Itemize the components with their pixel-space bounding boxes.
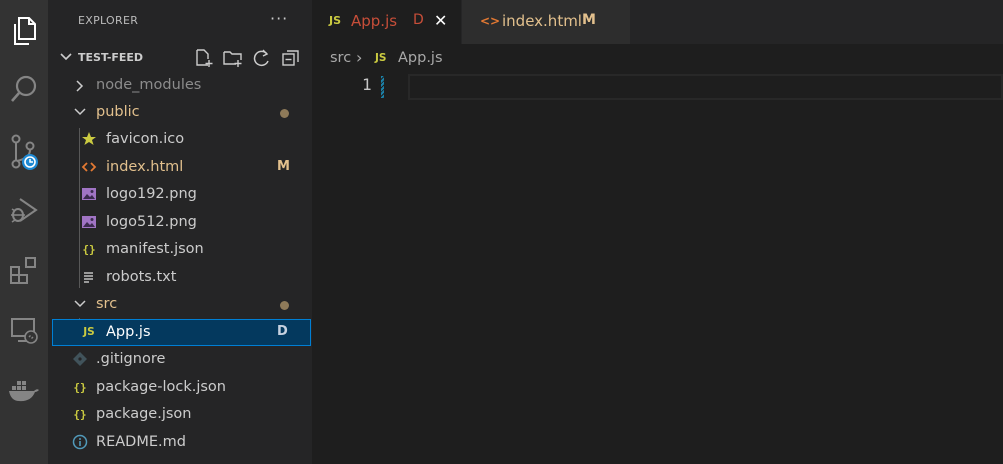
tree-file-logo512[interactable]: logo512.png (52, 209, 311, 236)
tree-file-package-lock[interactable]: {} package-lock.json (52, 374, 311, 401)
collapse-all-icon[interactable] (281, 48, 301, 68)
current-line-highlight (408, 74, 1003, 100)
tree-folder-node-modules[interactable]: node_modules (52, 72, 311, 99)
git-status-badge: M (277, 159, 290, 174)
tab-label: App.js (351, 12, 398, 30)
tab-index-html[interactable]: <> index.html M (461, 0, 630, 44)
tree-item-label: index.html (106, 159, 184, 175)
js-icon: JS (83, 326, 95, 338)
new-file-icon[interactable] (194, 48, 214, 68)
image-icon (81, 186, 97, 202)
folder-actions (194, 48, 301, 68)
tree-item-label: robots.txt (106, 269, 177, 285)
info-icon (72, 434, 88, 450)
tree-item-label: README.md (96, 434, 186, 450)
tree-item-label: logo512.png (106, 214, 197, 230)
code-editor[interactable]: 1 (312, 72, 1003, 464)
html-icon (81, 159, 97, 175)
text-file-icon (81, 269, 97, 285)
files-icon[interactable] (0, 7, 48, 55)
gutter-change-marker (381, 76, 384, 98)
tree-item-label: package-lock.json (96, 379, 226, 395)
tree-file-logo192[interactable]: logo192.png (52, 181, 311, 208)
tree-item-label: .gitignore (96, 351, 166, 367)
tree-item-label: src (96, 296, 118, 312)
search-icon[interactable] (0, 65, 48, 113)
tree-file-index-html[interactable]: index.html M (52, 154, 311, 181)
tree-folder-src[interactable]: src (52, 291, 311, 318)
chevron-down-icon (74, 300, 86, 308)
tree-file-readme[interactable]: README.md (52, 429, 311, 456)
tree-item-label: favicon.ico (106, 131, 185, 147)
image-icon (81, 214, 97, 230)
git-status-badge: D (277, 324, 288, 339)
explorer-header: EXPLORER ··· (48, 0, 312, 44)
tree-file-gitignore[interactable]: .gitignore (52, 346, 311, 373)
refresh-icon[interactable] (252, 48, 272, 68)
explorer-sidebar: EXPLORER ··· TEST-FEED node_modules publ… (48, 0, 312, 464)
git-icon (72, 351, 88, 367)
js-icon: JS (329, 14, 342, 27)
html-icon: <> (480, 14, 501, 28)
star-icon (81, 131, 97, 147)
editor-tab-bar: JS App.js D ✕ <> index.html M (312, 0, 1003, 44)
breadcrumb-folder[interactable]: src (330, 50, 351, 66)
breadcrumb-separator: › (356, 48, 363, 67)
explorer-title: EXPLORER (78, 14, 139, 27)
tree-item-label: App.js (106, 324, 151, 340)
workspace-folder-header[interactable]: TEST-FEED (48, 44, 312, 72)
git-status-badge: D (413, 12, 424, 28)
modified-dot (280, 301, 289, 310)
run-debug-icon[interactable] (0, 186, 48, 234)
tree-item-label: logo192.png (106, 186, 197, 202)
tree-file-favicon[interactable]: favicon.ico (52, 126, 311, 153)
tree-file-robots[interactable]: robots.txt (52, 264, 311, 291)
docker-icon[interactable] (0, 366, 48, 414)
json-icon: {} (82, 242, 96, 256)
modified-dot (280, 109, 289, 118)
tree-item-label: public (96, 104, 140, 120)
remote-explorer-icon[interactable] (0, 307, 48, 355)
close-icon[interactable]: ✕ (434, 11, 447, 30)
more-actions-icon[interactable]: ··· (270, 9, 288, 28)
source-control-icon[interactable] (0, 128, 48, 176)
extensions-icon[interactable] (0, 246, 48, 294)
json-icon: {} (73, 380, 87, 394)
chevron-down-icon (74, 108, 86, 116)
tree-item-label: manifest.json (106, 241, 204, 257)
json-icon: {} (73, 407, 87, 421)
chevron-down-icon (60, 53, 72, 61)
chevron-right-icon (76, 80, 84, 92)
js-icon: JS (375, 52, 387, 64)
git-status-badge: M (582, 12, 596, 28)
tab-label: index.html (502, 12, 582, 30)
tree-file-app-js[interactable]: JS App.js D (52, 319, 311, 346)
tree-item-label: package.json (96, 406, 192, 422)
tree-item-label: node_modules (96, 77, 202, 93)
line-number: 1 (362, 75, 372, 94)
workspace-folder-name: TEST-FEED (78, 51, 144, 64)
tab-app-js[interactable]: JS App.js D ✕ (312, 0, 461, 44)
breadcrumb-file[interactable]: App.js (398, 50, 443, 66)
tree-file-package[interactable]: {} package.json (52, 401, 311, 428)
tree-folder-public[interactable]: public (52, 99, 311, 126)
new-folder-icon[interactable] (223, 48, 243, 68)
activity-bar (0, 0, 48, 464)
breadcrumb: src › JS App.js (312, 44, 1003, 72)
tree-file-manifest[interactable]: {} manifest.json (52, 236, 311, 263)
